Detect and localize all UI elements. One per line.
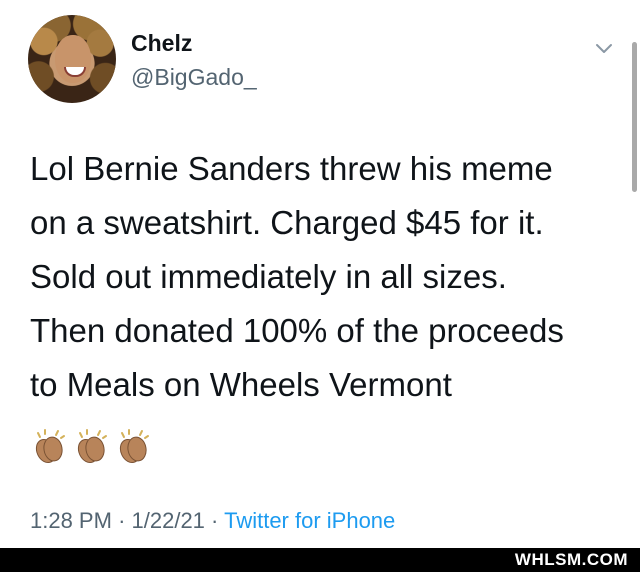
author-handle[interactable]: @BigGado_ — [131, 64, 257, 91]
scrollbar[interactable] — [632, 42, 637, 192]
tweet-metadata: 1:28 PM · 1/22/21 · Twitter for iPhone — [30, 508, 395, 534]
tweet-text: Lol Bernie Sanders threw his meme on a s… — [30, 150, 564, 403]
author-display-name[interactable]: Chelz — [131, 30, 192, 57]
tweet-card: Chelz @BigGado_ Lol Bernie Sanders threw… — [0, 0, 640, 548]
meta-separator: · — [211, 508, 219, 533]
tweet-time[interactable]: 1:28 PM — [30, 508, 112, 533]
chevron-down-icon[interactable] — [592, 36, 616, 60]
tweet-source-link[interactable]: Twitter for iPhone — [224, 508, 395, 533]
watermark-text: WHLSM.COM — [514, 550, 628, 569]
clapping-hands-icon — [119, 429, 149, 464]
author-avatar[interactable] — [28, 15, 116, 103]
emoji-row — [30, 426, 154, 470]
clapping-hands-icon — [35, 429, 65, 464]
clapping-hands-icon — [77, 429, 107, 464]
watermark-bar: WHLSM.COM — [0, 548, 640, 572]
meta-separator: · — [118, 508, 126, 533]
tweet-date[interactable]: 1/22/21 — [132, 508, 205, 533]
